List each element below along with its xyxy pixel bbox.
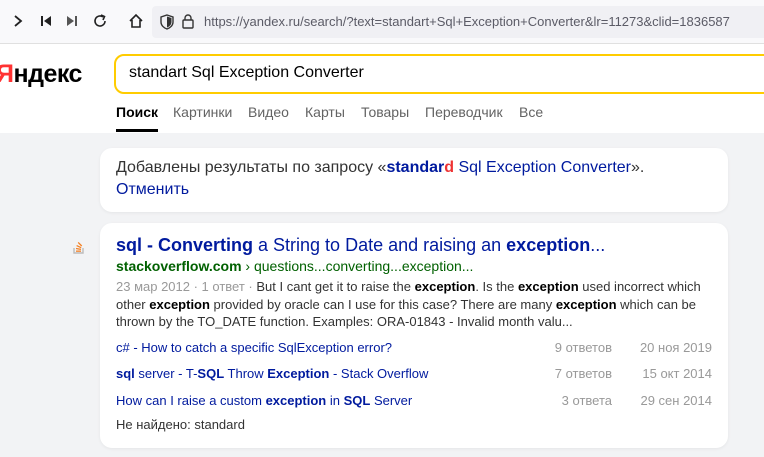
sublink-title[interactable]: sql server - T-SQL Throw Exception - Sta…: [116, 366, 428, 381]
sublink-title[interactable]: c# - How to catch a specific SqlExceptio…: [116, 340, 392, 355]
search-result-card: [100, 223, 728, 448]
query-rest: Sql Exception Converter: [454, 159, 632, 176]
tab-maps[interactable]: Карты: [305, 104, 345, 120]
sublink-answer-count: 9 ответов: [554, 340, 612, 355]
title-part: sql - Converting: [116, 235, 254, 255]
skip-forward-icon[interactable]: [62, 10, 82, 32]
sublink-date: 15 окт 2014: [642, 366, 712, 381]
correction-suffix: ».: [631, 159, 645, 176]
result-url[interactable]: stackoverflow.com › questions...converti…: [116, 258, 473, 274]
sublink-text: How can I raise a custom: [116, 393, 266, 408]
home-icon[interactable]: [126, 10, 146, 32]
result-title-link[interactable]: sql - Converting a String to Date and ra…: [116, 235, 605, 256]
snippet-meta: 23 мар 2012 · 1 ответ ·: [116, 279, 257, 294]
forward-icon[interactable]: [8, 10, 28, 32]
title-part: exception: [506, 235, 591, 255]
snippet-text: . Is the: [475, 279, 518, 294]
sublink-answer-count: 3 ответа: [561, 393, 612, 408]
logo-rest: ндекс: [13, 60, 82, 88]
sublink-text: server - T-: [134, 366, 198, 381]
stackoverflow-icon: [73, 240, 85, 254]
query-corrected-letter: d: [444, 159, 455, 176]
shield-icon[interactable]: [160, 14, 174, 35]
sublink-highlight: SQL: [197, 366, 225, 381]
url-text[interactable]: https://yandex.ru/search/?text=standart+…: [204, 14, 730, 29]
yandex-logo[interactable]: Яндекс: [0, 60, 82, 89]
not-found-text: Не найдено: standard: [116, 417, 245, 432]
lock-icon[interactable]: [182, 14, 194, 34]
corrected-query-link[interactable]: standard Sql Exception Converter: [386, 159, 631, 176]
sublink-date: 20 ноя 2019: [639, 340, 712, 355]
sublink-highlight: sql: [116, 366, 135, 381]
query-bold: standar: [386, 159, 445, 176]
skip-back-icon[interactable]: [36, 10, 56, 32]
tab-translator[interactable]: Переводчик: [425, 104, 503, 120]
title-part: a String to Date and raising an: [253, 235, 507, 255]
tab-images[interactable]: Картинки: [173, 104, 232, 120]
reload-icon[interactable]: [90, 10, 110, 32]
sublink-text: Server: [370, 393, 413, 408]
snippet-highlight: exception: [149, 296, 210, 312]
snippet-highlight: exception: [555, 296, 617, 312]
snippet-text: provided by oracle can I use for this ca…: [209, 296, 556, 312]
snippet-text: But I cant get it to raise the: [256, 279, 415, 294]
tab-products[interactable]: Товары: [361, 104, 409, 120]
sublink-highlight: SQL: [343, 393, 371, 408]
sublink-title[interactable]: How can I raise a custom exception in SQ…: [116, 393, 412, 408]
sublink-text: Throw: [224, 366, 268, 381]
result-path: › questions...converting...exception...: [241, 258, 474, 274]
snippet-highlight: exception: [517, 279, 579, 294]
tab-video[interactable]: Видео: [248, 104, 289, 120]
result-snippet: 23 мар 2012 · 1 ответ · But I cant get i…: [116, 278, 716, 331]
title-part: ...: [590, 235, 606, 255]
logo-ya: Я: [0, 60, 14, 88]
tab-search[interactable]: Поиск: [116, 104, 158, 120]
sublink-highlight: Exception: [267, 366, 330, 381]
sublink-text: in: [326, 393, 344, 408]
correction-message: Добавлены результаты по запросу «standar…: [116, 159, 644, 177]
active-tab-underline: [116, 129, 158, 132]
sublink-highlight: exception: [265, 393, 327, 408]
correction-card: [100, 148, 728, 212]
sublink-answer-count: 7 ответов: [554, 366, 612, 381]
sublink-text: - Stack Overflow: [329, 366, 429, 381]
result-domain: stackoverflow.com: [116, 258, 242, 274]
correction-prefix: Добавлены результаты по запросу «: [116, 159, 387, 176]
sublink-text: c# - How to catch a specific SqlExceptio…: [116, 340, 393, 355]
cancel-correction-link[interactable]: Отменить: [116, 181, 189, 199]
search-input[interactable]: standart Sql Exception Converter: [129, 64, 364, 82]
sublink-date: 29 сен 2014: [640, 393, 712, 408]
snippet-highlight: exception: [414, 279, 476, 294]
tab-all[interactable]: Все: [519, 104, 543, 120]
